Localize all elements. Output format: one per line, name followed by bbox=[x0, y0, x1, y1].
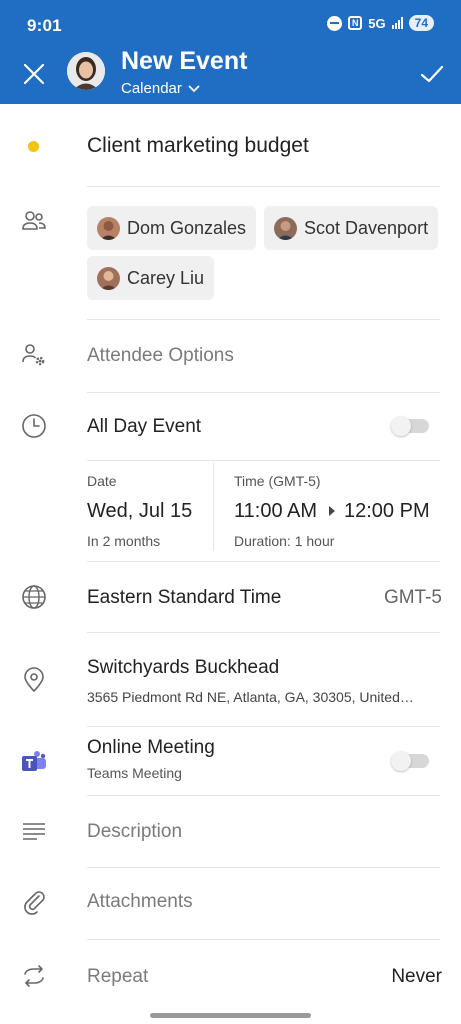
user-photo bbox=[67, 52, 105, 90]
calendar-label: Calendar bbox=[121, 80, 182, 97]
do-not-disturb-icon bbox=[327, 15, 343, 31]
event-title-input[interactable]: Client marketing budget bbox=[87, 134, 309, 158]
timezone-offset: GMT-5 bbox=[383, 587, 442, 608]
save-event-button[interactable] bbox=[418, 60, 446, 88]
timezone-name[interactable]: Eastern Standard Time bbox=[87, 587, 281, 609]
app-header: 9:01 N 5G 74 New Event Calendar bbox=[0, 0, 461, 104]
attendee-chip[interactable]: Carey Liu bbox=[87, 256, 215, 300]
meeting-provider: Teams Meeting bbox=[87, 765, 182, 781]
attendee-options[interactable]: Attendee Options bbox=[87, 345, 234, 367]
divider bbox=[87, 867, 440, 868]
divider bbox=[87, 319, 440, 320]
signal-icon bbox=[391, 17, 403, 29]
divider bbox=[87, 186, 440, 187]
divider bbox=[87, 795, 440, 796]
chevron-down-icon bbox=[188, 85, 200, 92]
attendee-name: Scot Davenport bbox=[304, 217, 429, 238]
attendee-name: Carey Liu bbox=[127, 267, 205, 288]
divider bbox=[87, 939, 440, 940]
location-pin-icon bbox=[20, 666, 48, 694]
attendee-chip[interactable]: Dom Gonzales bbox=[87, 206, 257, 250]
divider bbox=[87, 632, 440, 633]
attendee-avatar bbox=[274, 216, 297, 240]
time-label: Time (GMT-5) bbox=[234, 473, 321, 489]
divider bbox=[87, 392, 440, 393]
location-address: 3565 Piedmont Rd NE, Atlanta, GA, 30305,… bbox=[87, 689, 414, 705]
paperclip-icon bbox=[20, 887, 48, 915]
close-button[interactable] bbox=[20, 60, 48, 88]
date-label: Date bbox=[87, 473, 117, 489]
attendee-avatar bbox=[97, 266, 120, 290]
battery-level: 74 bbox=[408, 15, 434, 31]
all-day-toggle[interactable] bbox=[391, 416, 429, 436]
date-value[interactable]: Wed, Jul 15 bbox=[87, 500, 192, 523]
home-indicator[interactable] bbox=[150, 1013, 311, 1018]
close-icon bbox=[23, 63, 45, 85]
repeat-value[interactable]: Never bbox=[391, 966, 442, 988]
divider bbox=[87, 726, 440, 727]
time-arrow-icon bbox=[329, 506, 335, 516]
checkmark-icon bbox=[420, 65, 444, 83]
teams-icon bbox=[20, 747, 48, 775]
status-icons: N 5G 74 bbox=[327, 15, 434, 31]
online-meeting-toggle[interactable] bbox=[391, 751, 429, 771]
attendee-name: Dom Gonzales bbox=[127, 217, 247, 238]
description-input[interactable]: Description bbox=[87, 821, 182, 843]
status-time: 9:01 bbox=[27, 16, 62, 35]
text-lines-icon bbox=[20, 817, 48, 845]
calendar-selector[interactable]: Calendar bbox=[121, 80, 200, 97]
end-time[interactable]: 12:00 PM bbox=[344, 500, 430, 523]
status-bar: 9:01 N 5G 74 bbox=[0, 0, 461, 48]
attendee-chip[interactable]: Scot Davenport bbox=[264, 206, 439, 250]
people-settings-icon bbox=[20, 341, 48, 369]
divider bbox=[87, 460, 440, 461]
globe-icon bbox=[20, 583, 48, 611]
all-day-label: All Day Event bbox=[87, 416, 202, 437]
date-time-separator bbox=[213, 463, 214, 551]
repeat-icon bbox=[20, 962, 48, 990]
clock-icon bbox=[20, 412, 48, 440]
duration: Duration: 1 hour bbox=[234, 533, 335, 549]
nfc-icon: N bbox=[348, 16, 363, 30]
people-icon bbox=[20, 207, 48, 235]
date-relative: In 2 months bbox=[87, 533, 161, 549]
category-color-dot[interactable] bbox=[28, 141, 39, 152]
attachments-button[interactable]: Attachments bbox=[87, 891, 193, 913]
page-title: New Event bbox=[121, 47, 248, 75]
attendee-avatar bbox=[97, 216, 120, 240]
start-time[interactable]: 11:00 AM bbox=[234, 500, 317, 523]
network-type: 5G bbox=[368, 15, 386, 31]
repeat-label: Repeat bbox=[87, 966, 149, 987]
account-avatar[interactable] bbox=[67, 52, 105, 90]
divider bbox=[87, 561, 440, 562]
online-meeting-label: Online Meeting bbox=[87, 737, 215, 758]
location-name[interactable]: Switchyards Buckhead bbox=[87, 657, 279, 679]
